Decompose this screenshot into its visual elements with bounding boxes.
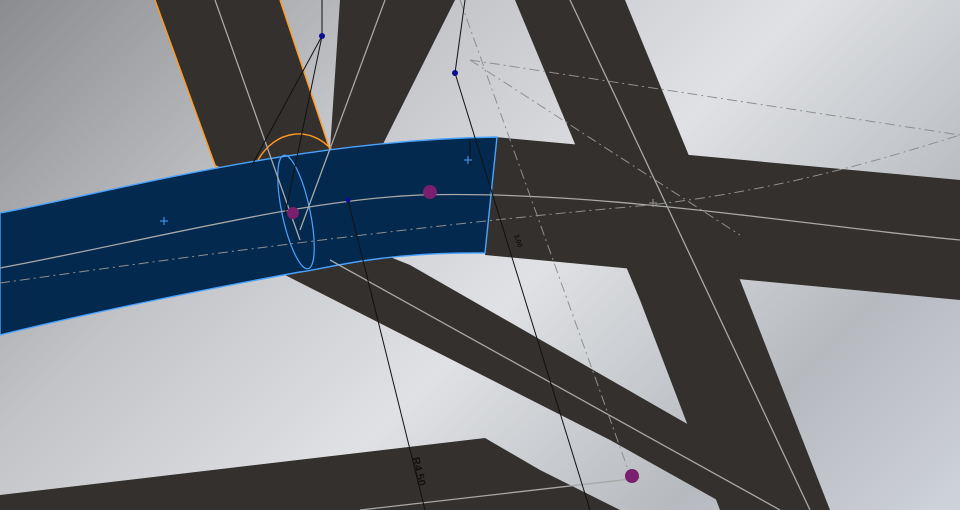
member-bottom-beam[interactable] xyxy=(0,438,620,510)
sketch-point-icon[interactable] xyxy=(319,33,325,39)
sketch-point-icon[interactable] xyxy=(345,197,351,203)
weld-node-icon[interactable] xyxy=(287,207,299,219)
sketch-point-icon[interactable] xyxy=(452,70,458,76)
weld-node-icon[interactable] xyxy=(625,469,639,483)
member-right-beam[interactable] xyxy=(485,137,960,300)
cad-graphics-area[interactable]: R4.50 3.00 xyxy=(0,0,960,510)
weld-node-icon[interactable] xyxy=(423,185,437,199)
model-scene[interactable]: R4.50 3.00 xyxy=(0,0,960,510)
